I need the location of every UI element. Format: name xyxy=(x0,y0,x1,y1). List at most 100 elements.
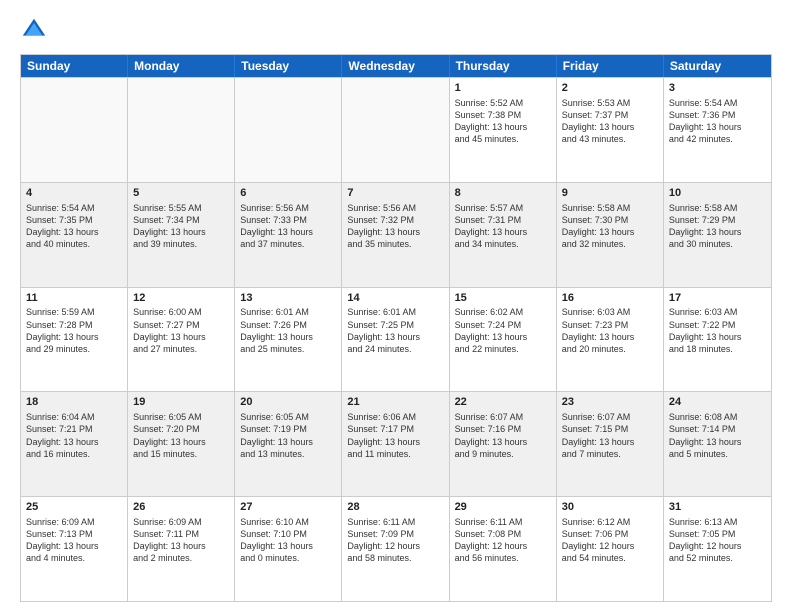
day-number: 20 xyxy=(240,395,336,410)
cell-info: Sunrise: 5:55 AM Sunset: 7:34 PM Dayligh… xyxy=(133,202,229,251)
day-number: 13 xyxy=(240,291,336,306)
cell-info: Sunrise: 6:04 AM Sunset: 7:21 PM Dayligh… xyxy=(26,411,122,460)
cell-info: Sunrise: 6:10 AM Sunset: 7:10 PM Dayligh… xyxy=(240,516,336,565)
cell-info: Sunrise: 6:11 AM Sunset: 7:09 PM Dayligh… xyxy=(347,516,443,565)
weekday-header-friday: Friday xyxy=(557,55,664,77)
calendar-header: SundayMondayTuesdayWednesdayThursdayFrid… xyxy=(21,55,771,77)
cal-cell-14: 14Sunrise: 6:01 AM Sunset: 7:25 PM Dayli… xyxy=(342,288,449,392)
header xyxy=(20,16,772,44)
day-number: 14 xyxy=(347,291,443,306)
day-number: 3 xyxy=(669,81,766,96)
cell-info: Sunrise: 5:54 AM Sunset: 7:36 PM Dayligh… xyxy=(669,97,766,146)
calendar: SundayMondayTuesdayWednesdayThursdayFrid… xyxy=(20,54,772,602)
cell-info: Sunrise: 6:00 AM Sunset: 7:27 PM Dayligh… xyxy=(133,306,229,355)
cal-cell-24: 24Sunrise: 6:08 AM Sunset: 7:14 PM Dayli… xyxy=(664,392,771,496)
weekday-header-tuesday: Tuesday xyxy=(235,55,342,77)
cal-cell-26: 26Sunrise: 6:09 AM Sunset: 7:11 PM Dayli… xyxy=(128,497,235,601)
cal-cell-22: 22Sunrise: 6:07 AM Sunset: 7:16 PM Dayli… xyxy=(450,392,557,496)
day-number: 1 xyxy=(455,81,551,96)
cal-cell-25: 25Sunrise: 6:09 AM Sunset: 7:13 PM Dayli… xyxy=(21,497,128,601)
week-row-2: 4Sunrise: 5:54 AM Sunset: 7:35 PM Daylig… xyxy=(21,182,771,287)
cal-cell-empty-0 xyxy=(21,78,128,182)
day-number: 17 xyxy=(669,291,766,306)
cell-info: Sunrise: 6:07 AM Sunset: 7:15 PM Dayligh… xyxy=(562,411,658,460)
cell-info: Sunrise: 5:56 AM Sunset: 7:32 PM Dayligh… xyxy=(347,202,443,251)
day-number: 21 xyxy=(347,395,443,410)
logo xyxy=(20,16,52,44)
day-number: 11 xyxy=(26,291,122,306)
logo-icon xyxy=(20,16,48,44)
day-number: 28 xyxy=(347,500,443,515)
day-number: 27 xyxy=(240,500,336,515)
cal-cell-20: 20Sunrise: 6:05 AM Sunset: 7:19 PM Dayli… xyxy=(235,392,342,496)
cal-cell-12: 12Sunrise: 6:00 AM Sunset: 7:27 PM Dayli… xyxy=(128,288,235,392)
page: SundayMondayTuesdayWednesdayThursdayFrid… xyxy=(0,0,792,612)
cal-cell-empty-2 xyxy=(235,78,342,182)
day-number: 25 xyxy=(26,500,122,515)
day-number: 16 xyxy=(562,291,658,306)
weekday-header-wednesday: Wednesday xyxy=(342,55,449,77)
cell-info: Sunrise: 6:03 AM Sunset: 7:23 PM Dayligh… xyxy=(562,306,658,355)
cell-info: Sunrise: 6:02 AM Sunset: 7:24 PM Dayligh… xyxy=(455,306,551,355)
cell-info: Sunrise: 5:58 AM Sunset: 7:30 PM Dayligh… xyxy=(562,202,658,251)
cal-cell-17: 17Sunrise: 6:03 AM Sunset: 7:22 PM Dayli… xyxy=(664,288,771,392)
day-number: 12 xyxy=(133,291,229,306)
day-number: 31 xyxy=(669,500,766,515)
cal-cell-8: 8Sunrise: 5:57 AM Sunset: 7:31 PM Daylig… xyxy=(450,183,557,287)
cal-cell-2: 2Sunrise: 5:53 AM Sunset: 7:37 PM Daylig… xyxy=(557,78,664,182)
weekday-header-sunday: Sunday xyxy=(21,55,128,77)
cal-cell-21: 21Sunrise: 6:06 AM Sunset: 7:17 PM Dayli… xyxy=(342,392,449,496)
cell-info: Sunrise: 6:09 AM Sunset: 7:13 PM Dayligh… xyxy=(26,516,122,565)
cal-cell-empty-1 xyxy=(128,78,235,182)
cell-info: Sunrise: 6:08 AM Sunset: 7:14 PM Dayligh… xyxy=(669,411,766,460)
day-number: 30 xyxy=(562,500,658,515)
cal-cell-18: 18Sunrise: 6:04 AM Sunset: 7:21 PM Dayli… xyxy=(21,392,128,496)
cal-cell-5: 5Sunrise: 5:55 AM Sunset: 7:34 PM Daylig… xyxy=(128,183,235,287)
cal-cell-16: 16Sunrise: 6:03 AM Sunset: 7:23 PM Dayli… xyxy=(557,288,664,392)
cal-cell-1: 1Sunrise: 5:52 AM Sunset: 7:38 PM Daylig… xyxy=(450,78,557,182)
day-number: 23 xyxy=(562,395,658,410)
cal-cell-10: 10Sunrise: 5:58 AM Sunset: 7:29 PM Dayli… xyxy=(664,183,771,287)
cell-info: Sunrise: 6:09 AM Sunset: 7:11 PM Dayligh… xyxy=(133,516,229,565)
cell-info: Sunrise: 6:07 AM Sunset: 7:16 PM Dayligh… xyxy=(455,411,551,460)
weekday-header-thursday: Thursday xyxy=(450,55,557,77)
day-number: 26 xyxy=(133,500,229,515)
cell-info: Sunrise: 5:57 AM Sunset: 7:31 PM Dayligh… xyxy=(455,202,551,251)
week-row-3: 11Sunrise: 5:59 AM Sunset: 7:28 PM Dayli… xyxy=(21,287,771,392)
day-number: 4 xyxy=(26,186,122,201)
day-number: 10 xyxy=(669,186,766,201)
cal-cell-11: 11Sunrise: 5:59 AM Sunset: 7:28 PM Dayli… xyxy=(21,288,128,392)
cal-cell-27: 27Sunrise: 6:10 AM Sunset: 7:10 PM Dayli… xyxy=(235,497,342,601)
day-number: 6 xyxy=(240,186,336,201)
cell-info: Sunrise: 6:05 AM Sunset: 7:20 PM Dayligh… xyxy=(133,411,229,460)
cal-cell-9: 9Sunrise: 5:58 AM Sunset: 7:30 PM Daylig… xyxy=(557,183,664,287)
cal-cell-23: 23Sunrise: 6:07 AM Sunset: 7:15 PM Dayli… xyxy=(557,392,664,496)
cal-cell-30: 30Sunrise: 6:12 AM Sunset: 7:06 PM Dayli… xyxy=(557,497,664,601)
day-number: 2 xyxy=(562,81,658,96)
day-number: 9 xyxy=(562,186,658,201)
cell-info: Sunrise: 6:05 AM Sunset: 7:19 PM Dayligh… xyxy=(240,411,336,460)
cal-cell-29: 29Sunrise: 6:11 AM Sunset: 7:08 PM Dayli… xyxy=(450,497,557,601)
cell-info: Sunrise: 6:11 AM Sunset: 7:08 PM Dayligh… xyxy=(455,516,551,565)
weekday-header-saturday: Saturday xyxy=(664,55,771,77)
cal-cell-6: 6Sunrise: 5:56 AM Sunset: 7:33 PM Daylig… xyxy=(235,183,342,287)
cal-cell-4: 4Sunrise: 5:54 AM Sunset: 7:35 PM Daylig… xyxy=(21,183,128,287)
day-number: 18 xyxy=(26,395,122,410)
week-row-4: 18Sunrise: 6:04 AM Sunset: 7:21 PM Dayli… xyxy=(21,391,771,496)
cal-cell-13: 13Sunrise: 6:01 AM Sunset: 7:26 PM Dayli… xyxy=(235,288,342,392)
calendar-body: 1Sunrise: 5:52 AM Sunset: 7:38 PM Daylig… xyxy=(21,77,771,601)
day-number: 5 xyxy=(133,186,229,201)
cal-cell-15: 15Sunrise: 6:02 AM Sunset: 7:24 PM Dayli… xyxy=(450,288,557,392)
cell-info: Sunrise: 6:12 AM Sunset: 7:06 PM Dayligh… xyxy=(562,516,658,565)
cell-info: Sunrise: 5:52 AM Sunset: 7:38 PM Dayligh… xyxy=(455,97,551,146)
cell-info: Sunrise: 5:59 AM Sunset: 7:28 PM Dayligh… xyxy=(26,306,122,355)
day-number: 15 xyxy=(455,291,551,306)
week-row-5: 25Sunrise: 6:09 AM Sunset: 7:13 PM Dayli… xyxy=(21,496,771,601)
day-number: 19 xyxy=(133,395,229,410)
cell-info: Sunrise: 6:03 AM Sunset: 7:22 PM Dayligh… xyxy=(669,306,766,355)
cell-info: Sunrise: 6:01 AM Sunset: 7:25 PM Dayligh… xyxy=(347,306,443,355)
cal-cell-31: 31Sunrise: 6:13 AM Sunset: 7:05 PM Dayli… xyxy=(664,497,771,601)
day-number: 8 xyxy=(455,186,551,201)
weekday-header-monday: Monday xyxy=(128,55,235,77)
cal-cell-19: 19Sunrise: 6:05 AM Sunset: 7:20 PM Dayli… xyxy=(128,392,235,496)
